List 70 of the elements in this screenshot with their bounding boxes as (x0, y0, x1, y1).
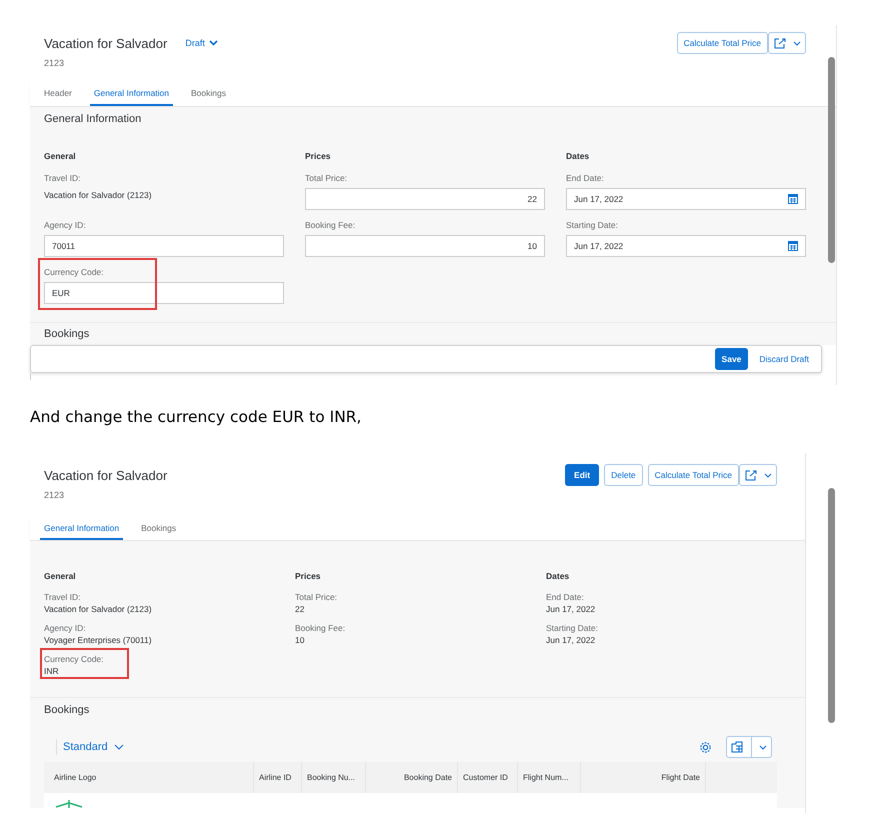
action-button[interactable]: Delete (604, 464, 643, 486)
field-label: Agency ID: (44, 220, 87, 230)
caption-text: And change the currency code EUR to INR, (30, 407, 362, 428)
page-subtitle: 2123 (44, 490, 66, 500)
field-value: 10 (295, 635, 306, 645)
input-field[interactable]: EUR (44, 282, 284, 304)
share-menu-button[interactable] (768, 32, 806, 54)
field-label: End Date: (546, 592, 585, 602)
field-label: Booking Fee: (305, 220, 356, 230)
field-value: 22 (295, 604, 306, 614)
page-title: Vacation for Salvador (44, 36, 168, 50)
caret-icon (208, 40, 218, 46)
scrollbar[interactable] (828, 488, 835, 723)
caret-icon (114, 744, 124, 750)
caret-icon (759, 744, 768, 750)
field-label: Starting Date: (566, 220, 619, 230)
input-field[interactable]: 22 (305, 188, 545, 210)
action-button[interactable]: Calculate Total Price (676, 32, 768, 54)
tab[interactable]: Bookings (187, 81, 230, 106)
action-button[interactable]: Calculate Total Price (648, 464, 739, 486)
share-icon (774, 38, 786, 48)
calendar-icon (788, 194, 798, 204)
field-label: Total Price: (295, 592, 338, 602)
action-button[interactable]: Edit (565, 464, 600, 486)
scrollbar[interactable] (828, 57, 835, 263)
caret-icon (792, 40, 800, 46)
field-value: Voyager Enterprises (70011) (44, 635, 153, 645)
field-label: Booking Fee: (295, 623, 346, 633)
group-title: Dates (566, 151, 590, 161)
field-label: Total Price: (305, 173, 348, 183)
share-menu-button[interactable] (739, 464, 777, 486)
draft-status-button[interactable]: Draft (185, 38, 218, 48)
field-label: Currency Code: (44, 267, 105, 277)
field-label: Agency ID: (44, 623, 87, 633)
page-title: Vacation for Salvador (44, 468, 168, 482)
group-title: Dates (546, 571, 570, 581)
field-label: Currency Code: (44, 654, 105, 664)
calendar-icon (788, 241, 798, 251)
section-title: Bookings (44, 327, 90, 342)
settings-icon[interactable] (699, 740, 712, 754)
field-value: Vacation for Salvador (2123) (44, 189, 153, 202)
airline-logo-icon (54, 800, 84, 808)
field-value: Jun 17, 2022 (546, 635, 596, 645)
date-field[interactable]: Jun 17, 2022 (566, 235, 806, 257)
field-value: Jun 17, 2022 (546, 604, 596, 614)
group-title: Prices (295, 571, 322, 581)
caret-icon (764, 472, 772, 478)
input-field[interactable]: 10 (305, 235, 545, 257)
page-subtitle: 2123 (44, 58, 66, 68)
section-title: General Information (44, 113, 142, 127)
group-title: General (44, 571, 77, 581)
tab[interactable]: Bookings (137, 517, 180, 540)
tab[interactable]: Header (40, 81, 76, 106)
export-menu-button[interactable] (726, 736, 772, 758)
footer-button[interactable]: Save (714, 348, 748, 370)
spreadsheet-icon (730, 741, 744, 753)
group-title: Prices (305, 151, 332, 161)
field-value: INR (44, 666, 60, 676)
group-title: General (44, 151, 77, 161)
variant-select[interactable]: Standard (56, 739, 130, 755)
field-label: Travel ID: (44, 592, 82, 602)
field-label: Travel ID: (44, 173, 82, 183)
field-value: Vacation for Salvador (2123) (44, 604, 153, 614)
section-title: Bookings (44, 703, 90, 718)
footer-button[interactable]: Discard Draft (753, 348, 815, 370)
input-field[interactable]: 70011 (44, 235, 284, 257)
share-icon (744, 470, 756, 480)
date-field[interactable]: Jun 17, 2022 (566, 188, 806, 210)
field-label: End Date: (566, 173, 605, 183)
field-label: Starting Date: (546, 623, 599, 633)
